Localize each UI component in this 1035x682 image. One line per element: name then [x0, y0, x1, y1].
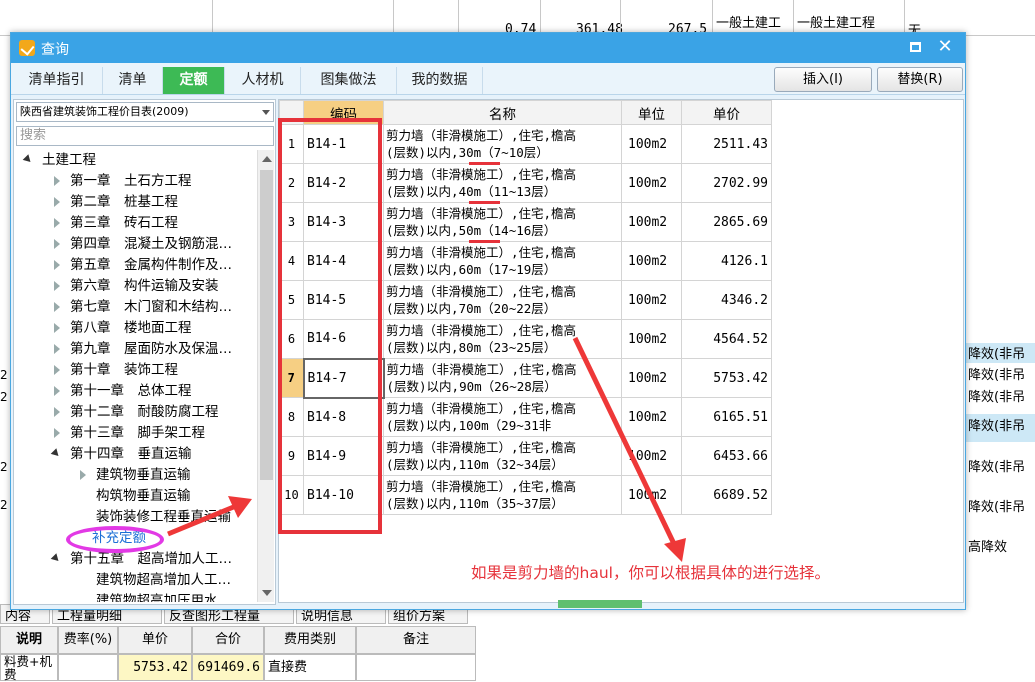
- arrow-to-tree: [167, 496, 252, 537]
- annotation-note: 如果是剪力墙的haul，你可以根据具体的进行选择。: [471, 564, 830, 582]
- arrow-to-grid: [572, 336, 686, 562]
- splitter-handle[interactable]: [558, 600, 642, 608]
